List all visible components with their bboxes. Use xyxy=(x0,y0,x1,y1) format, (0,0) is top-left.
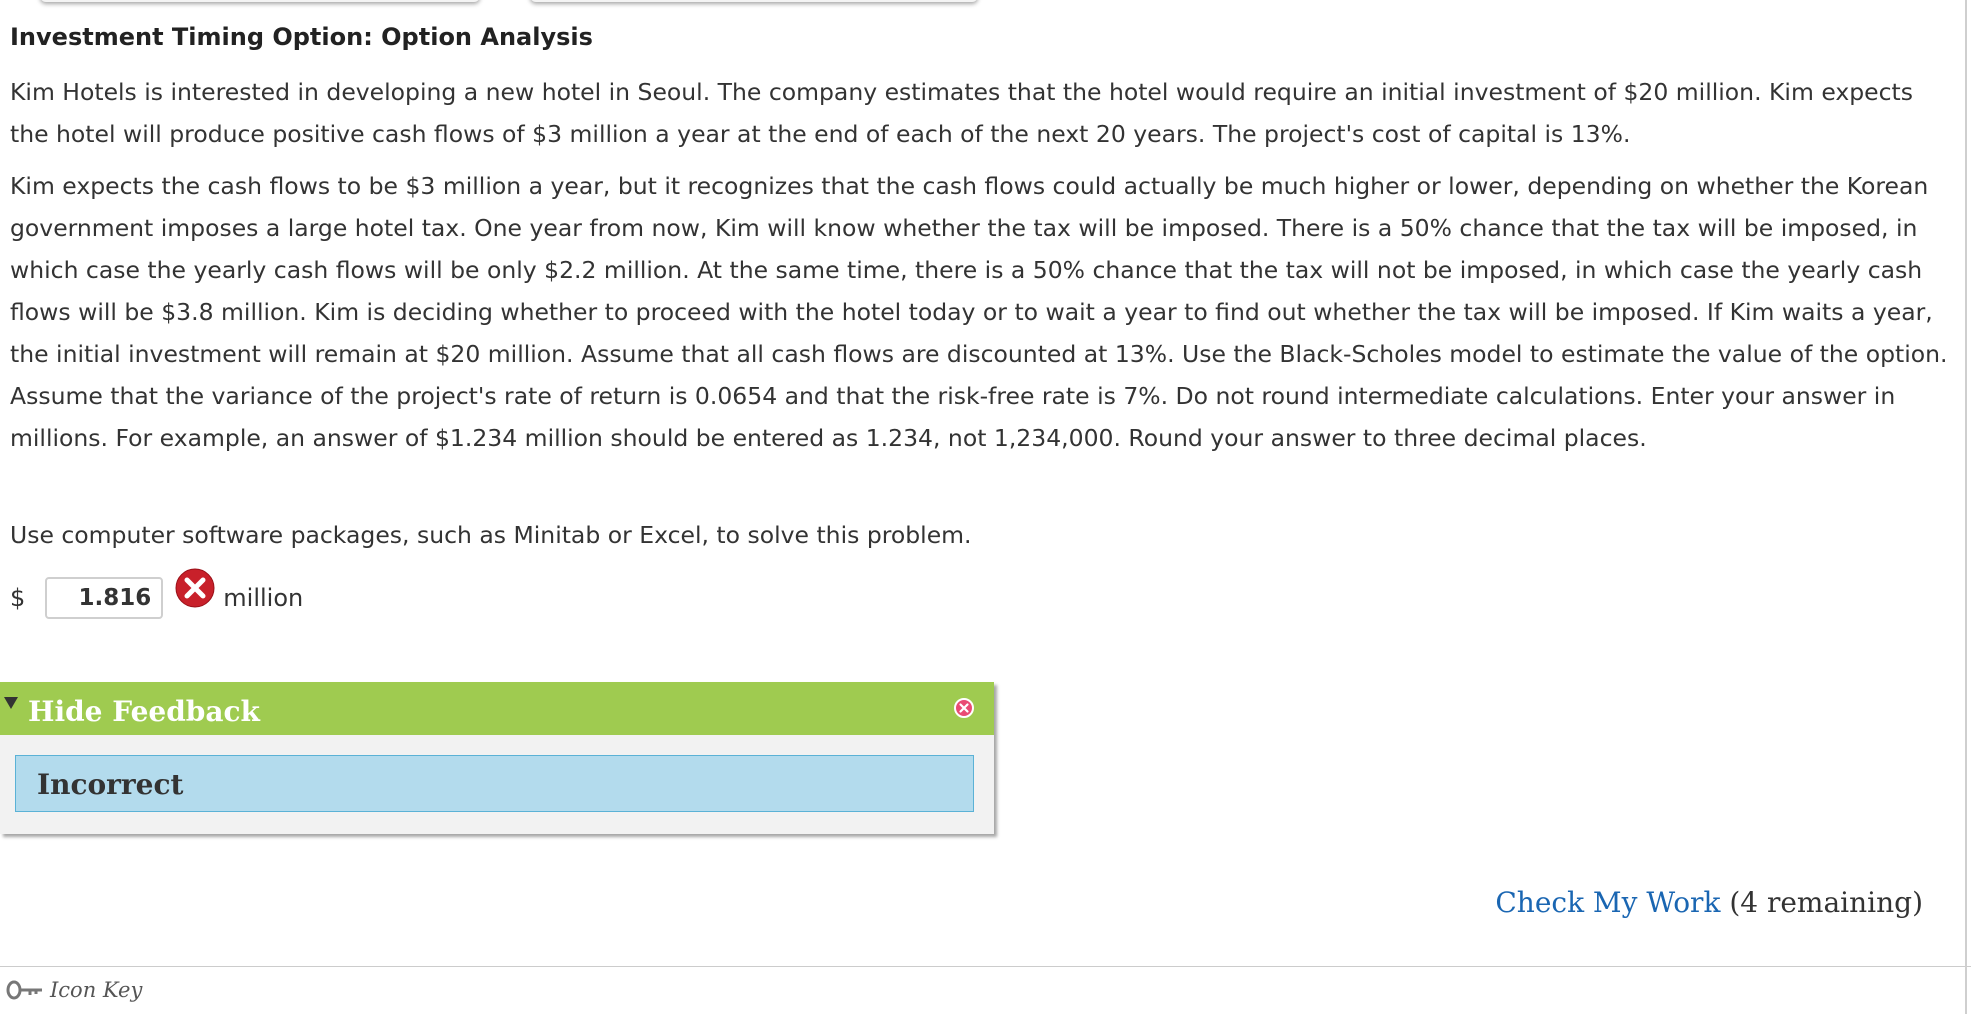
incorrect-x-icon xyxy=(175,568,215,608)
feedback-header[interactable]: Hide Feedback xyxy=(0,682,994,735)
close-feedback-icon[interactable] xyxy=(954,698,974,718)
hide-feedback-toggle[interactable]: Hide Feedback xyxy=(28,695,260,728)
problem-paragraph-3: Use computer software packages, such as … xyxy=(10,521,972,549)
problem-paragraph-2: Kim expects the cash flows to be $3 mill… xyxy=(10,172,1948,452)
feedback-panel: Hide Feedback Incorrect xyxy=(0,682,994,834)
collapse-triangle-icon[interactable] xyxy=(4,697,18,709)
footer-divider xyxy=(0,966,1971,967)
currency-symbol: $ xyxy=(10,584,26,612)
check-my-work-link[interactable]: Check My Work xyxy=(1495,886,1720,919)
feedback-result: Incorrect xyxy=(37,768,184,801)
problem-paragraph-1: Kim Hotels is interested in developing a… xyxy=(10,78,1914,148)
answer-input[interactable] xyxy=(45,577,164,619)
icon-key-label[interactable]: Icon Key xyxy=(50,978,142,1002)
answer-row: $ million xyxy=(10,568,304,623)
check-my-work-row: Check My Work (4 remaining) xyxy=(1495,886,1923,919)
top-tab-right xyxy=(530,0,978,2)
right-scroll-border xyxy=(1965,0,1967,1014)
unit-label: million xyxy=(223,584,304,612)
top-tab-left xyxy=(40,0,480,2)
feedback-body: Incorrect xyxy=(15,755,974,812)
problem-title: Investment Timing Option: Option Analysi… xyxy=(10,23,593,51)
icon-key-link[interactable]: Icon Key xyxy=(6,978,142,1002)
attempts-remaining: (4 remaining) xyxy=(1729,886,1923,919)
key-icon xyxy=(6,980,42,1000)
